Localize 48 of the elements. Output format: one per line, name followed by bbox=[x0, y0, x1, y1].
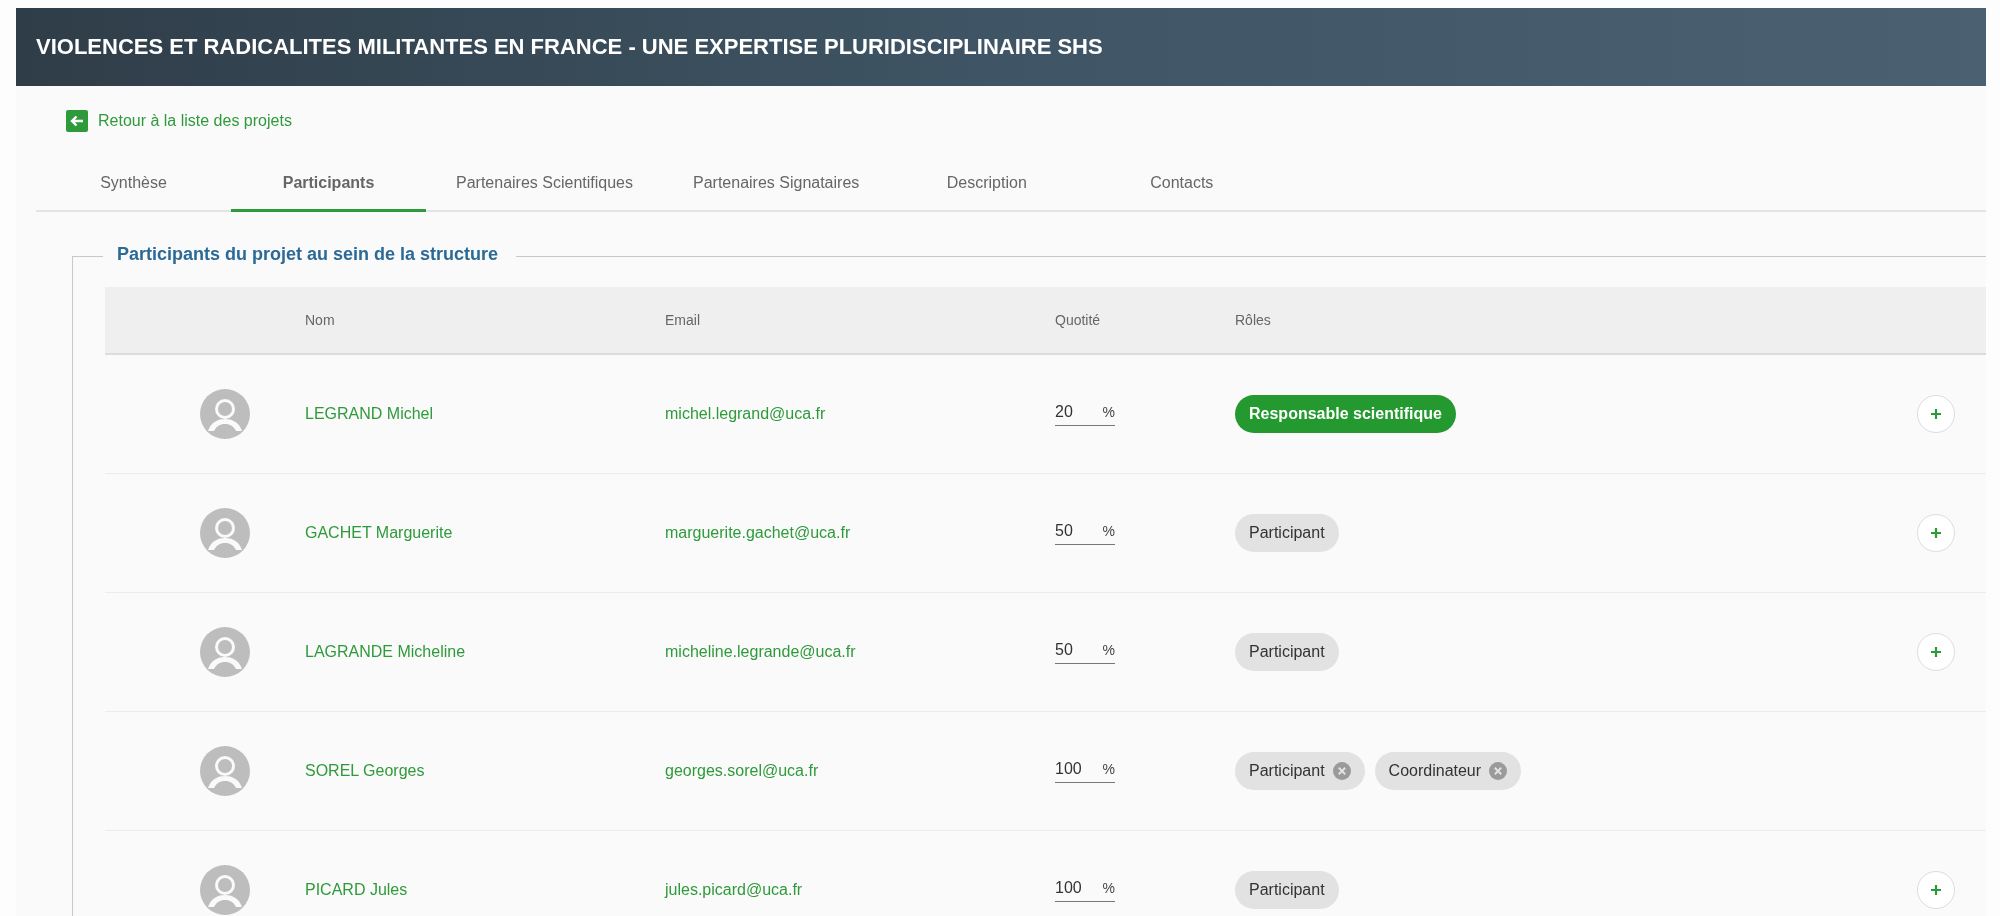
add-role-button[interactable] bbox=[1917, 871, 1955, 909]
plus-icon bbox=[1930, 408, 1942, 420]
column-header: Quotité bbox=[1055, 312, 1102, 328]
add-role-button[interactable] bbox=[1917, 633, 1955, 671]
tab[interactable]: Participants bbox=[231, 156, 426, 212]
role-chip: Participant bbox=[1235, 633, 1339, 671]
email-link[interactable]: georges.sorel@uca.fr bbox=[665, 762, 1055, 780]
quotite-field[interactable]: 50 % bbox=[1055, 521, 1115, 545]
remove-icon[interactable] bbox=[1489, 762, 1508, 780]
email-link[interactable]: jules.picard@uca.fr bbox=[665, 881, 1055, 899]
role-chip: Participant bbox=[1235, 871, 1339, 909]
plus-icon bbox=[1930, 884, 1942, 896]
tab[interactable]: Synthèse bbox=[36, 156, 231, 212]
participant-name[interactable]: SOREL Georges bbox=[305, 762, 665, 780]
role-chip: Responsable scientifique bbox=[1235, 395, 1456, 433]
quotite-field[interactable]: 100 % bbox=[1055, 878, 1115, 902]
column-header: Nom bbox=[305, 312, 336, 328]
avatar-icon bbox=[200, 746, 250, 796]
tab[interactable]: Partenaires Scientifiques bbox=[426, 156, 663, 212]
participant-name[interactable]: LAGRANDE Micheline bbox=[305, 643, 665, 661]
email-link[interactable]: michel.legrand@uca.fr bbox=[665, 405, 1055, 423]
avatar-icon bbox=[200, 627, 250, 677]
role-chip: Participant bbox=[1235, 514, 1339, 552]
tab[interactable]: Description bbox=[889, 156, 1085, 212]
avatar-icon bbox=[200, 389, 250, 439]
quotite-field[interactable]: 100 % bbox=[1055, 759, 1115, 783]
page-title: VIOLENCES ET RADICALITES MILITANTES EN FRANCE - UNE EXPERTISE PLURIDISCIPLINAIRE SHS bbox=[36, 34, 1103, 60]
participant-name[interactable]: GACHET Marguerite bbox=[305, 524, 665, 542]
plus-icon bbox=[1930, 527, 1942, 539]
section-title: Participants du projet au sein de la structure bbox=[103, 244, 517, 265]
tab[interactable]: Contacts bbox=[1084, 156, 1280, 212]
column-header: Rôles bbox=[1235, 312, 1272, 328]
add-role-button[interactable] bbox=[1917, 395, 1955, 433]
participant-name[interactable]: PICARD Jules bbox=[305, 881, 665, 899]
email-link[interactable]: micheline.legrande@uca.fr bbox=[665, 643, 1055, 661]
tab[interactable]: Partenaires Signataires bbox=[663, 156, 890, 212]
add-role-button[interactable] bbox=[1917, 514, 1955, 552]
remove-icon[interactable] bbox=[1332, 762, 1351, 780]
column-header: Email bbox=[665, 312, 701, 328]
email-link[interactable]: marguerite.gachet@uca.fr bbox=[665, 524, 1055, 542]
role-chip: Participant bbox=[1235, 752, 1365, 790]
quotite-field[interactable]: 20 % bbox=[1055, 402, 1115, 426]
participant-name[interactable]: LEGRAND Michel bbox=[305, 405, 665, 423]
quotite-field[interactable]: 50 % bbox=[1055, 640, 1115, 664]
back-link[interactable]: Retour à la liste des projets bbox=[66, 110, 292, 132]
avatar-icon bbox=[200, 508, 250, 558]
plus-icon bbox=[1930, 646, 1942, 658]
role-chip: Coordinateur bbox=[1374, 752, 1522, 790]
